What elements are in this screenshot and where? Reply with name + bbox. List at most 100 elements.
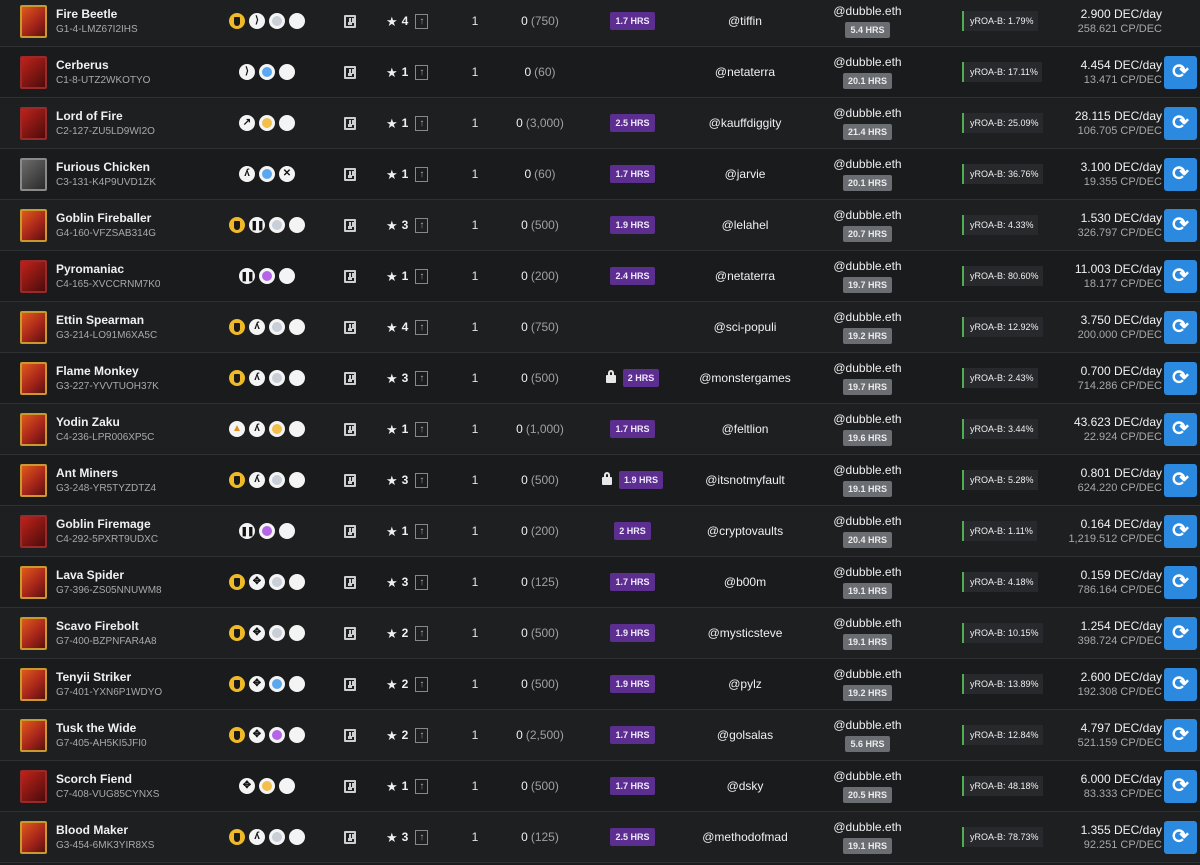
- refresh-button[interactable]: ⟳: [1164, 106, 1197, 140]
- card-name[interactable]: Blood Maker: [56, 823, 154, 838]
- owner-name[interactable]: @dubble.eth: [833, 463, 901, 478]
- card-art-image[interactable]: [20, 106, 47, 140]
- card-name[interactable]: Flame Monkey: [56, 364, 159, 379]
- card-name[interactable]: Tusk the Wide: [56, 721, 147, 736]
- card-details-icon[interactable]: [344, 116, 356, 130]
- card-details-icon[interactable]: [344, 626, 356, 640]
- owner-name[interactable]: @dubble.eth: [833, 820, 901, 835]
- card-name[interactable]: Cerberus: [56, 58, 150, 73]
- card-details-icon[interactable]: [344, 779, 356, 793]
- upgrade-icon[interactable]: ↑: [415, 268, 429, 284]
- card-name[interactable]: Ant Miners: [56, 466, 156, 481]
- upgrade-icon[interactable]: ↑: [415, 319, 429, 335]
- owner-name[interactable]: @dubble.eth: [833, 310, 901, 325]
- card-art-image[interactable]: [20, 361, 47, 395]
- card-name[interactable]: Fire Beetle: [56, 7, 138, 22]
- renter-name[interactable]: @itsnotmyfault: [705, 473, 785, 487]
- owner-name[interactable]: @dubble.eth: [833, 718, 901, 733]
- renter-name[interactable]: @methodofmad: [702, 830, 788, 844]
- card-details-icon[interactable]: [344, 371, 356, 385]
- owner-name[interactable]: @dubble.eth: [833, 616, 901, 631]
- card-details-icon[interactable]: [344, 422, 356, 436]
- card-name[interactable]: Yodin Zaku: [56, 415, 154, 430]
- card-name[interactable]: Ettin Spearman: [56, 313, 157, 328]
- refresh-button[interactable]: ⟳: [1164, 259, 1197, 293]
- renter-name[interactable]: @pylz: [728, 677, 762, 691]
- renter-name[interactable]: @feltlion: [722, 422, 769, 436]
- upgrade-icon[interactable]: ↑: [415, 472, 429, 488]
- card-name[interactable]: Furious Chicken: [56, 160, 156, 175]
- upgrade-icon[interactable]: ↑: [415, 64, 429, 80]
- card-art-image[interactable]: [20, 514, 47, 548]
- card-details-icon[interactable]: [344, 14, 356, 28]
- card-art-image[interactable]: [20, 259, 47, 293]
- upgrade-icon[interactable]: ↑: [415, 13, 429, 29]
- card-details-icon[interactable]: [344, 830, 356, 844]
- owner-name[interactable]: @dubble.eth: [833, 106, 901, 121]
- card-art-image[interactable]: [20, 157, 47, 191]
- renter-name[interactable]: @netaterra: [715, 65, 775, 79]
- renter-name[interactable]: @dsky: [727, 779, 764, 793]
- refresh-button[interactable]: ⟳: [1164, 667, 1197, 701]
- refresh-button[interactable]: ⟳: [1164, 463, 1197, 497]
- card-name[interactable]: Tenyii Striker: [56, 670, 162, 685]
- card-name[interactable]: Lava Spider: [56, 568, 162, 583]
- card-name[interactable]: Scavo Firebolt: [56, 619, 157, 634]
- card-details-icon[interactable]: [344, 65, 356, 79]
- card-name[interactable]: Pyromaniac: [56, 262, 160, 277]
- upgrade-icon[interactable]: ↑: [415, 676, 429, 692]
- refresh-button[interactable]: ⟳: [1164, 208, 1197, 242]
- upgrade-icon[interactable]: ↑: [415, 727, 429, 743]
- owner-name[interactable]: @dubble.eth: [833, 55, 901, 70]
- renter-name[interactable]: @monstergames: [699, 371, 791, 385]
- refresh-button[interactable]: ⟳: [1164, 514, 1197, 548]
- card-details-icon[interactable]: [344, 677, 356, 691]
- owner-name[interactable]: @dubble.eth: [833, 667, 901, 682]
- card-art-image[interactable]: [20, 667, 47, 701]
- upgrade-icon[interactable]: ↑: [415, 574, 429, 590]
- refresh-button[interactable]: ⟳: [1164, 361, 1197, 395]
- upgrade-icon[interactable]: ↑: [415, 115, 429, 131]
- card-details-icon[interactable]: [344, 575, 356, 589]
- refresh-button[interactable]: ⟳: [1164, 55, 1197, 89]
- upgrade-icon[interactable]: ↑: [415, 625, 429, 641]
- renter-name[interactable]: @jarvie: [725, 167, 766, 181]
- card-art-image[interactable]: [20, 463, 47, 497]
- upgrade-icon[interactable]: ↑: [415, 421, 429, 437]
- card-details-icon[interactable]: [344, 269, 356, 283]
- renter-name[interactable]: @mysticsteve: [708, 626, 783, 640]
- card-art-image[interactable]: [20, 412, 47, 446]
- owner-name[interactable]: @dubble.eth: [833, 208, 901, 223]
- upgrade-icon[interactable]: ↑: [415, 166, 429, 182]
- owner-name[interactable]: @dubble.eth: [833, 769, 901, 784]
- card-art-image[interactable]: [20, 55, 47, 89]
- card-art-image[interactable]: [20, 820, 47, 854]
- owner-name[interactable]: @dubble.eth: [833, 514, 901, 529]
- owner-name[interactable]: @dubble.eth: [833, 565, 901, 580]
- renter-name[interactable]: @b00m: [724, 575, 766, 589]
- owner-name[interactable]: @dubble.eth: [833, 4, 901, 19]
- renter-name[interactable]: @kauffdiggity: [709, 116, 782, 130]
- refresh-button[interactable]: ⟳: [1164, 820, 1197, 854]
- card-art-image[interactable]: [20, 616, 47, 650]
- refresh-button[interactable]: ⟳: [1164, 157, 1197, 191]
- owner-name[interactable]: @dubble.eth: [833, 259, 901, 274]
- card-art-image[interactable]: [20, 718, 47, 752]
- upgrade-icon[interactable]: ↑: [415, 370, 429, 386]
- renter-name[interactable]: @cryptovaults: [707, 524, 783, 538]
- card-art-image[interactable]: [20, 565, 47, 599]
- card-details-icon[interactable]: [344, 218, 356, 232]
- upgrade-icon[interactable]: ↑: [415, 217, 429, 233]
- card-details-icon[interactable]: [344, 167, 356, 181]
- upgrade-icon[interactable]: ↑: [415, 523, 429, 539]
- owner-name[interactable]: @dubble.eth: [833, 412, 901, 427]
- refresh-button[interactable]: ⟳: [1164, 616, 1197, 650]
- renter-name[interactable]: @sci-populi: [714, 320, 777, 334]
- refresh-button[interactable]: ⟳: [1164, 310, 1197, 344]
- renter-name[interactable]: @tiffin: [728, 14, 762, 28]
- card-art-image[interactable]: [20, 769, 47, 803]
- card-details-icon[interactable]: [344, 320, 356, 334]
- card-name[interactable]: Scorch Fiend: [56, 772, 159, 787]
- card-name[interactable]: Goblin Firemage: [56, 517, 158, 532]
- renter-name[interactable]: @golsalas: [717, 728, 773, 742]
